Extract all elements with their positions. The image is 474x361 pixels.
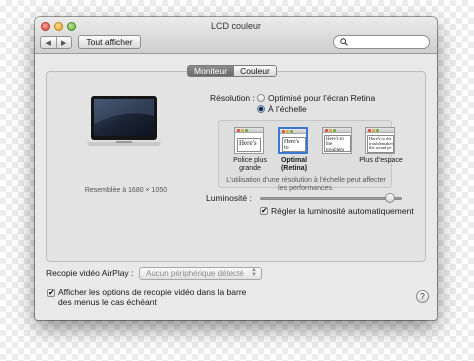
tab-moniteur[interactable]: Moniteur <box>188 66 234 76</box>
preview-more-space: Here's to the troublemakers the round pe <box>367 135 394 153</box>
scale-option-more-space[interactable]: Here's to the troublemakers the round pe <box>363 125 399 155</box>
scale-option-more-space-1[interactable]: Here's to the troublem ones who <box>320 125 356 155</box>
radio-optimized[interactable] <box>257 94 265 102</box>
radio-optimized-label: Optimisé pour l’écran Retina <box>268 93 376 103</box>
select-arrows-icon: ▲ ▼ <box>251 267 257 278</box>
search-input[interactable] <box>333 35 430 49</box>
auto-brightness-checkbox[interactable]: ✔ <box>260 207 268 215</box>
preview-more-space-1: Here's to the troublem ones who <box>324 135 351 152</box>
show-mirroring-checkbox[interactable]: ✔ <box>47 289 55 297</box>
back-arrow-icon[interactable]: ◀ <box>41 37 57 48</box>
resolution-label: Résolution : <box>210 93 255 103</box>
caption-optimal: Optimal (Retina) <box>280 157 308 172</box>
forward-arrow-icon[interactable]: ▶ <box>57 37 72 48</box>
show-mirroring-label-line1: Afficher les options de recopie vidéo da… <box>58 287 247 297</box>
help-button[interactable]: ? <box>416 290 429 303</box>
tab-couleur[interactable]: Couleur <box>233 66 276 76</box>
scaled-performance-note: L’utilisation d’une résolution à l’échel… <box>226 177 386 192</box>
preview-larger: Here's <box>237 138 261 152</box>
window-title: LCD couleur <box>210 21 262 31</box>
scale-option-optimal[interactable]: Here's to troublem <box>276 125 312 155</box>
preview-optimal: Here's to troublem <box>282 137 306 152</box>
scale-option-larger-text[interactable]: Here's <box>232 125 268 155</box>
radio-scaled-label: À l’échelle <box>268 104 307 114</box>
brightness-label: Luminosité : <box>206 193 252 203</box>
back-forward-control: ◀ ▶ <box>40 36 72 49</box>
title-bar: LCD couleur ◀ ▶ Tout afficher <box>35 17 437 54</box>
macbook-illustration <box>86 96 162 146</box>
caption-more-space: Plus d’espace <box>359 157 403 164</box>
show-all-button[interactable]: Tout afficher <box>78 35 141 49</box>
caption-larger-text: Police plus grande <box>233 157 267 172</box>
tab-bar: Moniteur Couleur <box>187 65 277 77</box>
display-resolution-caption: Resemblée à 1680 × 1050 <box>84 187 168 194</box>
airplay-label: Recopie vidéo AirPlay : <box>46 268 134 278</box>
show-mirroring-label-line2: des menus le cas échéant <box>58 297 157 307</box>
airplay-device-select[interactable]: Aucun périphérique détecté ▲ ▼ <box>139 267 262 280</box>
magnifier-icon <box>340 38 348 46</box>
airplay-select-value: Aucun périphérique détecté <box>146 269 244 278</box>
auto-brightness-label: Régler la luminosité automatiquement <box>271 206 414 216</box>
preferences-window: LCD couleur ◀ ▶ Tout afficher Moniteur C… <box>35 17 437 320</box>
brightness-slider[interactable] <box>260 197 402 200</box>
radio-scaled[interactable] <box>257 105 265 113</box>
